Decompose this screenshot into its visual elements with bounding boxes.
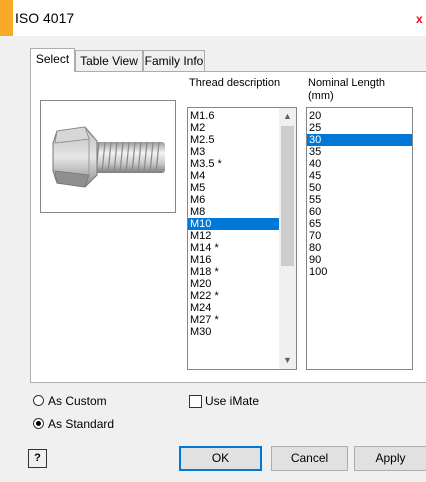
use-imate-checkbox[interactable] bbox=[189, 395, 202, 408]
length-option[interactable]: 35 bbox=[307, 146, 412, 158]
tab-select[interactable]: Select bbox=[30, 48, 75, 72]
thread-option[interactable]: M4 bbox=[188, 170, 281, 182]
nominal-length-header-unit: (mm) bbox=[308, 90, 334, 102]
apply-button[interactable]: Apply bbox=[354, 446, 426, 471]
thread-option[interactable]: M27 * bbox=[188, 314, 281, 326]
thread-option[interactable]: M12 bbox=[188, 230, 281, 242]
thread-option[interactable]: M14 * bbox=[188, 242, 281, 254]
thread-option[interactable]: M8 bbox=[188, 206, 281, 218]
tab-family-info[interactable]: Family Info bbox=[143, 50, 205, 71]
thread-option[interactable]: M2.5 bbox=[188, 134, 281, 146]
thread-option[interactable]: M16 bbox=[188, 254, 281, 266]
length-option[interactable]: 40 bbox=[307, 158, 412, 170]
as-standard-label: As Standard bbox=[48, 417, 115, 431]
window-title: ISO 4017 bbox=[15, 10, 75, 26]
length-option[interactable]: 20 bbox=[307, 110, 412, 122]
thread-description-header: Thread description bbox=[189, 77, 281, 89]
length-option[interactable]: 25 bbox=[307, 122, 412, 134]
thread-option[interactable]: M1.6 bbox=[188, 110, 281, 122]
length-option[interactable]: 100 bbox=[307, 266, 412, 278]
cancel-button[interactable]: Cancel bbox=[271, 446, 348, 471]
thread-description-list[interactable]: M1.6 M2 M2.5 M3 M3.5 * M4 M5 M6 M8 M10 M… bbox=[187, 107, 297, 370]
length-option[interactable]: 45 bbox=[307, 170, 412, 182]
as-custom-radio[interactable] bbox=[33, 395, 44, 406]
title-accent-strip bbox=[0, 0, 13, 36]
length-option[interactable]: 90 bbox=[307, 254, 412, 266]
length-option[interactable]: 55 bbox=[307, 194, 412, 206]
length-option[interactable]: 60 bbox=[307, 206, 412, 218]
thread-option[interactable]: M2 bbox=[188, 122, 281, 134]
close-button[interactable]: x bbox=[416, 12, 426, 28]
use-imate-label: Use iMate bbox=[205, 394, 260, 408]
chevron-up-icon[interactable]: ▲ bbox=[279, 108, 296, 125]
as-standard-radio[interactable] bbox=[33, 418, 44, 429]
length-option[interactable]: 50 bbox=[307, 182, 412, 194]
length-option-selected[interactable]: 30 bbox=[307, 134, 412, 146]
thread-list-items: M1.6 M2 M2.5 M3 M3.5 * M4 M5 M6 M8 M10 M… bbox=[188, 110, 281, 338]
thread-option[interactable]: M3 bbox=[188, 146, 281, 158]
title-bar: ISO 4017 x bbox=[0, 0, 426, 36]
thread-option[interactable]: M22 * bbox=[188, 290, 281, 302]
thread-list-scrollbar[interactable]: ▲ ▼ bbox=[279, 108, 296, 369]
help-button[interactable]: ? bbox=[28, 449, 47, 468]
thread-option-selected[interactable]: M10 bbox=[188, 218, 281, 230]
nominal-length-header-line1: Nominal Length bbox=[308, 77, 386, 89]
length-option[interactable]: 80 bbox=[307, 242, 412, 254]
as-custom-label: As Custom bbox=[48, 394, 107, 408]
chevron-down-icon[interactable]: ▼ bbox=[279, 352, 296, 369]
thread-option[interactable]: M18 * bbox=[188, 266, 281, 278]
tab-table-view[interactable]: Table View bbox=[75, 50, 143, 71]
nominal-list-items: 20 25 30 35 40 45 50 55 60 65 70 80 90 1… bbox=[307, 110, 412, 278]
thread-option[interactable]: M30 bbox=[188, 326, 281, 338]
thread-option[interactable]: M3.5 * bbox=[188, 158, 281, 170]
thread-option[interactable]: M5 bbox=[188, 182, 281, 194]
thread-option[interactable]: M20 bbox=[188, 278, 281, 290]
ok-button[interactable]: OK bbox=[179, 446, 262, 471]
length-option[interactable]: 65 bbox=[307, 218, 412, 230]
thread-option[interactable]: M24 bbox=[188, 302, 281, 314]
hex-bolt-preview-image bbox=[52, 126, 165, 188]
bolt-preview bbox=[40, 100, 176, 213]
thread-option[interactable]: M6 bbox=[188, 194, 281, 206]
nominal-length-header: Nominal Length (mm) bbox=[308, 77, 385, 103]
nominal-length-list[interactable]: 20 25 30 35 40 45 50 55 60 65 70 80 90 1… bbox=[306, 107, 413, 370]
length-option[interactable]: 70 bbox=[307, 230, 412, 242]
scrollbar-thumb[interactable] bbox=[281, 126, 294, 266]
